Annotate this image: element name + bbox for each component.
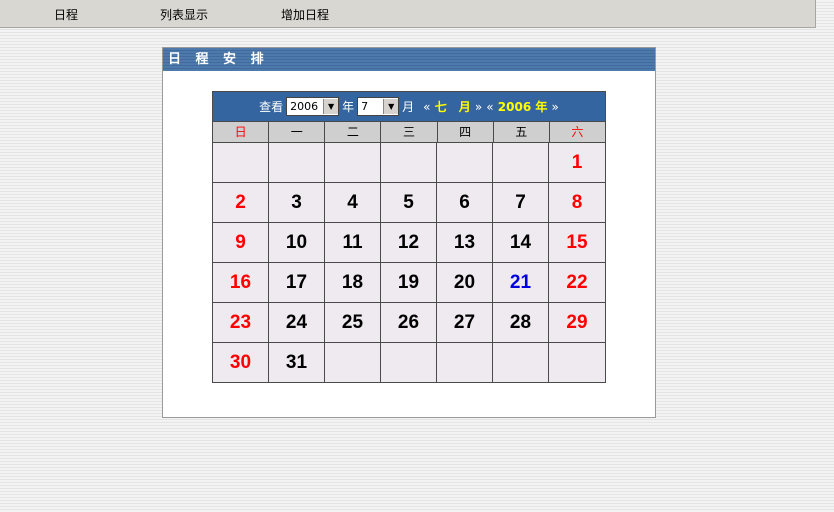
year-select-value: 2006 — [290, 100, 319, 113]
calendar-empty-cell — [493, 342, 549, 382]
calendar-day-cell[interactable]: 5 — [381, 182, 437, 222]
calendar-day-cell[interactable]: 10 — [269, 222, 325, 262]
calendar-day-cell[interactable]: 21 — [493, 262, 549, 302]
calendar-day-cell[interactable]: 22 — [549, 262, 605, 302]
calendar-day-cell[interactable]: 6 — [437, 182, 493, 222]
calendar-days-grid: 1 2 3 4 5 6 7 8 9 10 11 12 13 14 15 16 17 18 19 20 21 22 23 24 2… — [213, 142, 605, 382]
calendar-day-cell[interactable]: 26 — [381, 302, 437, 342]
weekday-thu: 四 — [438, 122, 494, 142]
calendar-day-cell[interactable]: 27 — [437, 302, 493, 342]
calendar-day-cell[interactable]: 20 — [437, 262, 493, 302]
weekday-sat: 六 — [571, 125, 584, 139]
month-label: 月 — [402, 100, 415, 114]
calendar: 查看 2006 ▼ 年 7 ▼ 月 « 七 月 » « 2006 年 » 日 一… — [212, 91, 606, 383]
next-year-arrow[interactable]: » — [552, 100, 559, 114]
calendar-empty-cell — [381, 142, 437, 182]
calendar-day-cell[interactable]: 13 — [437, 222, 493, 262]
calendar-day-cell[interactable]: 17 — [269, 262, 325, 302]
month-nav-text: 七 月 — [434, 100, 471, 114]
calendar-empty-cell — [549, 342, 605, 382]
calendar-day-cell[interactable]: 23 — [213, 302, 269, 342]
calendar-day-cell[interactable]: 11 — [325, 222, 381, 262]
weekday-mon: 一 — [269, 122, 326, 142]
calendar-day-cell[interactable]: 31 — [269, 342, 325, 382]
weekday-wed: 三 — [381, 122, 438, 142]
schedule-panel: 日 程 安 排 查看 2006 ▼ 年 7 ▼ 月 « 七 月 » « 2006… — [162, 47, 656, 418]
calendar-day-cell[interactable]: 25 — [325, 302, 381, 342]
calendar-day-cell[interactable]: 19 — [381, 262, 437, 302]
weekday-header-row: 日 一 二 三 四 五 六 — [213, 121, 605, 142]
calendar-empty-cell — [325, 142, 381, 182]
panel-title: 日 程 安 排 — [163, 48, 655, 71]
calendar-day-cell[interactable]: 16 — [213, 262, 269, 302]
calendar-day-cell[interactable]: 24 — [269, 302, 325, 342]
next-month-arrow[interactable]: » — [475, 100, 482, 114]
calendar-day-cell[interactable]: 15 — [549, 222, 605, 262]
calendar-day-cell[interactable]: 18 — [325, 262, 381, 302]
year-nav-link[interactable]: « 2006 年 » — [486, 98, 559, 115]
dropdown-arrow-icon[interactable]: ▼ — [383, 99, 399, 114]
calendar-day-cell[interactable]: 2 — [213, 182, 269, 222]
calendar-day-cell[interactable]: 1 — [549, 142, 605, 182]
prev-year-arrow[interactable]: « — [486, 100, 493, 114]
nav-item-list-view[interactable]: 列表显示 — [160, 6, 208, 23]
month-select-value: 7 — [361, 100, 369, 113]
nav-item-schedule[interactable]: 日程 — [54, 6, 78, 23]
year-nav-text: 2006 年 — [497, 100, 548, 114]
calendar-header: 查看 2006 ▼ 年 7 ▼ 月 « 七 月 » « 2006 年 » — [213, 92, 605, 121]
calendar-empty-cell — [381, 342, 437, 382]
calendar-empty-cell — [437, 142, 493, 182]
year-label: 年 — [342, 100, 355, 114]
calendar-day-cell[interactable]: 12 — [381, 222, 437, 262]
top-nav-bar: 日程 列表显示 增加日程 — [0, 0, 816, 28]
calendar-day-cell[interactable]: 7 — [493, 182, 549, 222]
nav-item-add-schedule[interactable]: 增加日程 — [281, 6, 329, 23]
calendar-day-cell[interactable]: 30 — [213, 342, 269, 382]
calendar-day-cell[interactable]: 4 — [325, 182, 381, 222]
calendar-day-cell[interactable]: 3 — [269, 182, 325, 222]
calendar-empty-cell — [269, 142, 325, 182]
calendar-day-cell[interactable]: 9 — [213, 222, 269, 262]
calendar-empty-cell — [493, 142, 549, 182]
calendar-empty-cell — [213, 142, 269, 182]
month-select[interactable]: 7 ▼ — [357, 97, 400, 116]
calendar-day-cell[interactable]: 14 — [493, 222, 549, 262]
calendar-empty-cell — [325, 342, 381, 382]
dropdown-arrow-icon[interactable]: ▼ — [323, 99, 339, 114]
calendar-day-cell[interactable]: 8 — [549, 182, 605, 222]
weekday-fri: 五 — [494, 122, 550, 142]
calendar-day-cell[interactable]: 28 — [493, 302, 549, 342]
view-label: 查看 — [259, 100, 284, 114]
weekday-tue: 二 — [325, 122, 382, 142]
calendar-day-cell[interactable]: 29 — [549, 302, 605, 342]
year-select[interactable]: 2006 ▼ — [286, 97, 340, 116]
weekday-sun: 日 — [213, 122, 270, 142]
calendar-empty-cell — [437, 342, 493, 382]
prev-month-arrow[interactable]: « — [423, 100, 430, 114]
month-nav-link[interactable]: « 七 月 » — [423, 98, 482, 115]
